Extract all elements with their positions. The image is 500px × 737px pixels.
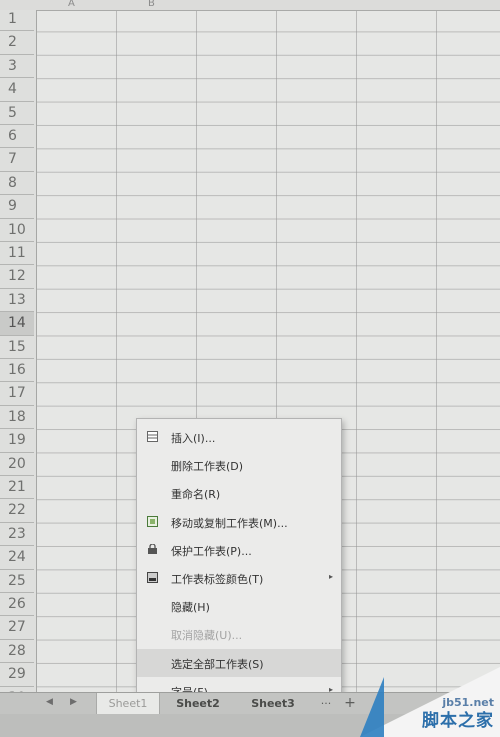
row-header-1[interactable]: 1 [0, 8, 34, 32]
menu-item-3[interactable]: 移动或复制工作表(M)... [137, 508, 341, 536]
tab-overflow-button[interactable]: ··· [312, 693, 340, 714]
scroll-last-tab-icon[interactable]: ▶ [70, 697, 77, 707]
row-header-21[interactable]: 21 [0, 476, 34, 500]
menu-item-4[interactable]: 保护工作表(P)... [137, 536, 341, 564]
menu-item-label: 重命名(R) [171, 488, 221, 502]
tab-sheet3[interactable]: Sheet3 [238, 693, 308, 714]
row-header-29[interactable]: 29 [0, 663, 34, 687]
column-header-a[interactable]: A [68, 0, 75, 9]
row-header-7[interactable]: 7 [0, 148, 34, 172]
row-header-28[interactable]: 28 [0, 640, 34, 664]
menu-item-2[interactable]: 重命名(R) [137, 479, 341, 507]
menu-item-7[interactable]: 取消隐藏(U)... [137, 620, 341, 648]
menu-item-0[interactable]: 插入(I)... [137, 423, 341, 451]
row-header-14[interactable]: 14 [0, 312, 34, 336]
menu-item-label: 选定全部工作表(S) [171, 657, 264, 671]
menu-item-label: 插入(I)... [171, 432, 216, 445]
tab-sheet2[interactable]: Sheet2 [162, 693, 234, 714]
site-watermark: jb51.net 脚本之家 [360, 667, 500, 737]
row-header-bar: 1 2 3 4 5 6 7 8 9 10 11 12 13 14 15 16 17 18 19 20 21 22 23 24 2… [0, 8, 37, 710]
menu-item-label: 工作表标签颜色(T) [171, 573, 264, 586]
row-header-25[interactable]: 25 [0, 570, 34, 593]
row-header-13[interactable]: 13 [0, 289, 34, 313]
row-header-22[interactable]: 22 [0, 499, 34, 523]
row-header-26[interactable]: 26 [0, 593, 34, 617]
tab-color-icon [147, 572, 158, 583]
row-header-10[interactable]: 10 [0, 219, 34, 242]
menu-item-1[interactable]: 删除工作表(D) [137, 451, 341, 479]
scroll-first-tab-icon[interactable]: ◀ [46, 697, 53, 707]
row-header-27[interactable]: 27 [0, 616, 34, 640]
row-header-12[interactable]: 12 [0, 265, 34, 289]
sheet-tab-context-menu: 插入(I)... 删除工作表(D) 重命名(R) 移动或复制工作表(M)... 保护工作… [136, 418, 342, 705]
row-header-6[interactable]: 6 [0, 125, 34, 149]
watermark-name: 脚本之家 [422, 711, 494, 731]
move-copy-icon [147, 515, 158, 527]
menu-item-label: 隐藏(H) [171, 601, 210, 615]
row-header-2[interactable]: 2 [0, 31, 34, 55]
row-header-15[interactable]: 15 [0, 336, 34, 359]
column-header-b[interactable]: B [148, 0, 155, 9]
protect-sheet-icon [147, 543, 158, 555]
menu-item-label: 删除工作表(D) [171, 460, 244, 474]
row-header-16[interactable]: 16 [0, 359, 34, 383]
row-header-5[interactable]: 5 [0, 102, 34, 125]
row-header-3[interactable]: 3 [0, 55, 34, 79]
menu-item-label: 保护工作表(P)... [171, 544, 252, 558]
menu-item-5[interactable]: 工作表标签颜色(T) ▸ [137, 564, 341, 592]
row-header-18[interactable]: 18 [0, 406, 34, 430]
row-header-8[interactable]: 8 [0, 172, 34, 196]
row-header-23[interactable]: 23 [0, 523, 34, 547]
row-header-19[interactable]: 19 [0, 429, 34, 453]
menu-item-label: 移动或复制工作表(M)... [171, 516, 288, 530]
insert-sheet-icon [147, 431, 158, 442]
row-header-24[interactable]: 24 [0, 546, 34, 570]
row-header-9[interactable]: 9 [0, 195, 34, 219]
add-sheet-button[interactable]: + [340, 693, 360, 714]
row-header-20[interactable]: 20 [0, 453, 34, 476]
menu-item-8[interactable]: 选定全部工作表(S) [137, 648, 341, 677]
submenu-arrow-icon: ▸ [328, 572, 333, 581]
row-header-4[interactable]: 4 [0, 78, 34, 102]
row-header-11[interactable]: 11 [0, 242, 34, 266]
column-header-bar: A B [0, 0, 500, 11]
row-header-17[interactable]: 17 [0, 382, 34, 406]
menu-item-label: 取消隐藏(U)... [171, 629, 243, 643]
tab-sheet1[interactable]: Sheet1 [96, 693, 160, 714]
menu-item-6[interactable]: 隐藏(H) [137, 592, 341, 620]
